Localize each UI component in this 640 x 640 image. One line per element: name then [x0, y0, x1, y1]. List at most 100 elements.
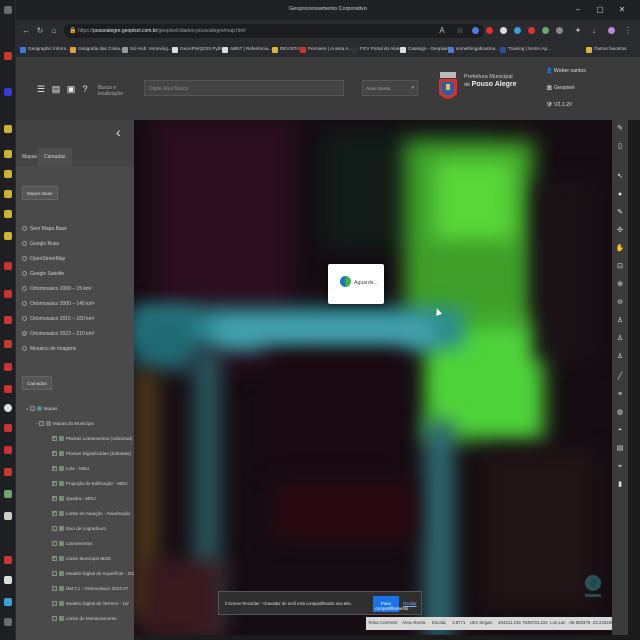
basemap-option[interactable]: Ortomosaico 2000 – 15 km² [22, 286, 92, 292]
layer-checkbox[interactable] [52, 510, 57, 517]
search-field[interactable]: Digite Aqui Busca [144, 80, 344, 96]
map-canvas[interactable] [134, 120, 612, 635]
app-icon[interactable] [4, 232, 12, 240]
user-icon[interactable]: ♙ [615, 334, 625, 344]
back-icon[interactable]: ← [20, 25, 32, 37]
app-icon[interactable] [4, 424, 12, 432]
extension-icon[interactable] [542, 27, 549, 34]
help-icon[interactable]: ? [80, 84, 90, 94]
layers-list-icon[interactable]: ▤ [51, 84, 61, 94]
reload-icon[interactable]: ↻ [34, 25, 46, 37]
layer-item[interactable]: Projeção de Edificação - MDU [52, 480, 128, 487]
app-icon[interactable] [4, 468, 12, 476]
location-pin-icon[interactable]: ⌖ [615, 462, 625, 472]
extension-icon[interactable] [472, 27, 479, 34]
layer-item[interactable]: Eixo de Logradouro [52, 526, 106, 532]
collapse-sidebar-icon[interactable]: ‹ [116, 124, 121, 140]
app-icon[interactable] [4, 316, 12, 324]
app-icon[interactable] [4, 290, 12, 298]
app-icon[interactable] [4, 340, 12, 348]
bookmark-item[interactable]: GeoAPIs/QGIS Pyth... [172, 46, 225, 54]
edit-icon[interactable]: ✎ [615, 208, 625, 218]
close-icon[interactable]: ✕ [616, 4, 628, 16]
puzzle-icon[interactable]: ✦ [572, 25, 584, 37]
layer-item[interactable]: Limite Municipal IBGE [52, 555, 111, 562]
bookmark-item[interactable]: Training | NASA Ap... [500, 46, 551, 54]
layers-section-button[interactable]: Camadas [22, 376, 52, 390]
app-icon[interactable] [4, 385, 12, 393]
print-icon[interactable]: ▤ [615, 444, 625, 454]
info-icon[interactable]: ● [615, 190, 625, 200]
address-bar[interactable]: 🔒 https://pousoalegre.geopixel.com.br/ge… [64, 24, 484, 38]
location-search-input[interactable]: Busca e localização [94, 80, 142, 97]
layer-checkbox[interactable] [52, 526, 57, 532]
bookmark-item[interactable]: somethingaboutma... [448, 46, 499, 54]
radio-button[interactable] [22, 286, 27, 292]
bookmark-item[interactable]: REVISTAS [272, 46, 302, 54]
layer-checkbox[interactable] [52, 601, 57, 607]
page-icon[interactable]: ▮ [615, 480, 625, 490]
layer-item[interactable]: Lote - MDU [52, 465, 90, 472]
extension-icon[interactable] [556, 27, 563, 34]
line-icon[interactable]: ╱ [615, 372, 625, 382]
zoom-box-icon[interactable]: ⊡ [615, 262, 625, 272]
translate-icon[interactable]: A [436, 25, 448, 37]
bookmark-folder-other[interactable]: Outros favoritos [586, 46, 626, 54]
app-icon[interactable] [4, 490, 12, 498]
layer-item[interactable]: Plantas Loteamentos (Adicional) [52, 435, 132, 442]
globe-icon[interactable]: ◍ [615, 408, 625, 418]
hide-banner-link[interactable]: Ocultar [403, 601, 417, 606]
download-icon[interactable]: ↓ [588, 25, 600, 37]
extension-icon[interactable] [528, 27, 535, 34]
layer-item[interactable]: DM C1 - Ortomosaico 2023 07 [52, 586, 128, 592]
app-icon[interactable] [4, 512, 12, 520]
radio-button[interactable] [22, 226, 27, 232]
layer-checkbox[interactable] [52, 571, 57, 577]
app-icon[interactable] [4, 52, 12, 60]
basemap-option[interactable]: Ortomosaico 2000 – 145 km² [22, 301, 94, 307]
layer-item[interactable]: Plantas Digitalizadas (Editadas) [52, 450, 131, 457]
bookmark-item[interactable]: Catalogo - Geopixel [400, 46, 449, 54]
page-icon[interactable]: ▯ [615, 142, 625, 152]
layer-group-mapas[interactable]: ▴ Mapas [26, 406, 57, 412]
layer-checkbox[interactable] [52, 616, 57, 622]
app-icon[interactable] [4, 150, 12, 158]
bookmark-item[interactable]: Geografia das Coisa... [70, 46, 124, 54]
zoom-in-icon[interactable]: ⊕ [615, 280, 625, 290]
layer-group-municipio[interactable]: ▪ Mapas do Município [36, 421, 94, 427]
user-location-icon[interactable]: ♙ [615, 316, 625, 326]
lock-icon[interactable]: ◓ [615, 426, 625, 436]
app-icon[interactable] [4, 446, 12, 454]
extension-icon[interactable] [500, 27, 507, 34]
layer-item[interactable]: Loteamentos [52, 541, 93, 547]
home-icon[interactable]: ⌂ [48, 25, 60, 37]
start-icon[interactable] [4, 6, 12, 14]
maximize-icon[interactable]: ▢ [594, 4, 606, 16]
bookmark-item[interactable]: FGV Portal do Aluno [352, 46, 402, 54]
star-icon[interactable]: ☆ [454, 25, 466, 37]
pencil-icon[interactable]: ✎ [615, 124, 625, 134]
basemap-option[interactable]: Google Ruas [22, 241, 59, 247]
hand-icon[interactable]: ✋ [615, 244, 625, 254]
radio-button[interactable] [22, 256, 27, 262]
layer-item[interactable]: Quadra - MDU [52, 495, 96, 502]
print-icon[interactable]: ▣ [66, 84, 76, 94]
user-name[interactable]: 👤 Weber santos [546, 68, 586, 74]
measure-icon[interactable]: ✣ [615, 226, 625, 236]
basemaps-section-button[interactable]: Mapas Base [22, 186, 58, 200]
app-icon[interactable] [4, 262, 12, 270]
pointer-icon[interactable]: ↖ [615, 172, 625, 182]
bookmark-item[interactable]: ABNT | Referência... [222, 46, 272, 54]
layer-checkbox[interactable] [52, 541, 57, 547]
bookmark-item[interactable]: Sci-Hub: removing... [122, 46, 172, 54]
basemap-option-selected[interactable]: Ortomosaico 2023 – 210 km² [22, 331, 94, 337]
bookmark-item[interactable]: Permiere | Acesta A... [300, 46, 352, 54]
layer-checkbox[interactable] [52, 465, 57, 472]
basemap-option[interactable]: Mosaico de Imagens [22, 346, 76, 352]
area-select[interactable]: Área Aberta ▾ [362, 80, 418, 96]
layer-item[interactable]: Modelo Digital de Terreno - 10/ [52, 601, 129, 607]
layer-item[interactable]: Limite de Atuação - Atualização [52, 510, 130, 517]
app-icon[interactable] [4, 190, 12, 198]
tab-mapas[interactable]: Mapas [16, 148, 37, 166]
extension-icon[interactable] [486, 27, 493, 34]
